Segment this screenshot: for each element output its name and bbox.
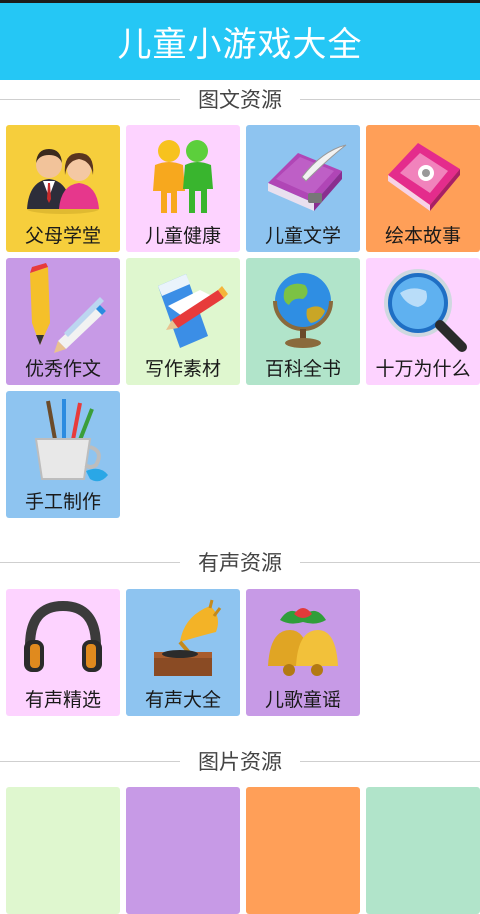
app-header: 儿童小游戏大全 [0, 3, 480, 80]
tile-label: 父母学堂 [24, 225, 101, 247]
tile-label: 儿童文学 [264, 225, 341, 247]
section-title-audio: 有声资源 [0, 545, 480, 579]
tile-image-2[interactable] [126, 787, 240, 914]
tile-picture-books[interactable]: 绘本故事 [366, 125, 480, 252]
tile-audio-selected[interactable]: 有声精选 [6, 589, 120, 716]
paper-pencil-icon [126, 258, 240, 358]
tile-label: 优秀作文 [24, 358, 101, 380]
tile-label: 百科全书 [264, 358, 341, 380]
parents-icon [6, 125, 120, 225]
tile-parents[interactable]: 父母学堂 [6, 125, 120, 252]
tile-label: 绘本故事 [384, 225, 461, 247]
tile-label: 儿童健康 [144, 225, 221, 247]
tile-excellent-essays[interactable]: 优秀作文 [6, 258, 120, 385]
tile-label: 有声精选 [24, 689, 101, 711]
tile-kids-literature[interactable]: 儿童文学 [246, 125, 360, 252]
tile-kids-health[interactable]: 儿童健康 [126, 125, 240, 252]
tile-label: 写作素材 [144, 358, 221, 380]
tile-audio-collection[interactable]: 有声大全 [126, 589, 240, 716]
headphones-icon [6, 589, 120, 689]
section-title-images: 图片资源 [0, 744, 480, 778]
app-title: 儿童小游戏大全 [117, 25, 363, 65]
tile-nursery-rhymes[interactable]: 儿歌童谣 [246, 589, 360, 716]
kids-icon [126, 125, 240, 225]
tile-label: 手工制作 [24, 491, 101, 513]
tile-encyclopedia[interactable]: 百科全书 [246, 258, 360, 385]
notebook-icon [366, 125, 480, 225]
pencils-icon [6, 258, 120, 358]
bells-icon [246, 589, 360, 689]
tile-label: 有声大全 [144, 689, 221, 711]
tile-label: 儿歌童谣 [264, 689, 341, 711]
tile-image-4[interactable] [366, 787, 480, 914]
tile-hundred-thousand-whys[interactable]: 十万为什么 [366, 258, 480, 385]
gramophone-icon [126, 589, 240, 689]
globe-icon [246, 258, 360, 358]
tile-image-1[interactable] [6, 787, 120, 914]
magnifier-icon [366, 258, 480, 358]
tile-handcraft[interactable]: 手工制作 [6, 391, 120, 518]
tile-writing-material[interactable]: 写作素材 [126, 258, 240, 385]
section-title-text-image: 图文资源 [0, 82, 480, 116]
book-icon [246, 125, 360, 225]
brush-cup-icon [6, 391, 120, 491]
tile-label: 十万为什么 [375, 358, 471, 380]
tile-image-3[interactable] [246, 787, 360, 914]
